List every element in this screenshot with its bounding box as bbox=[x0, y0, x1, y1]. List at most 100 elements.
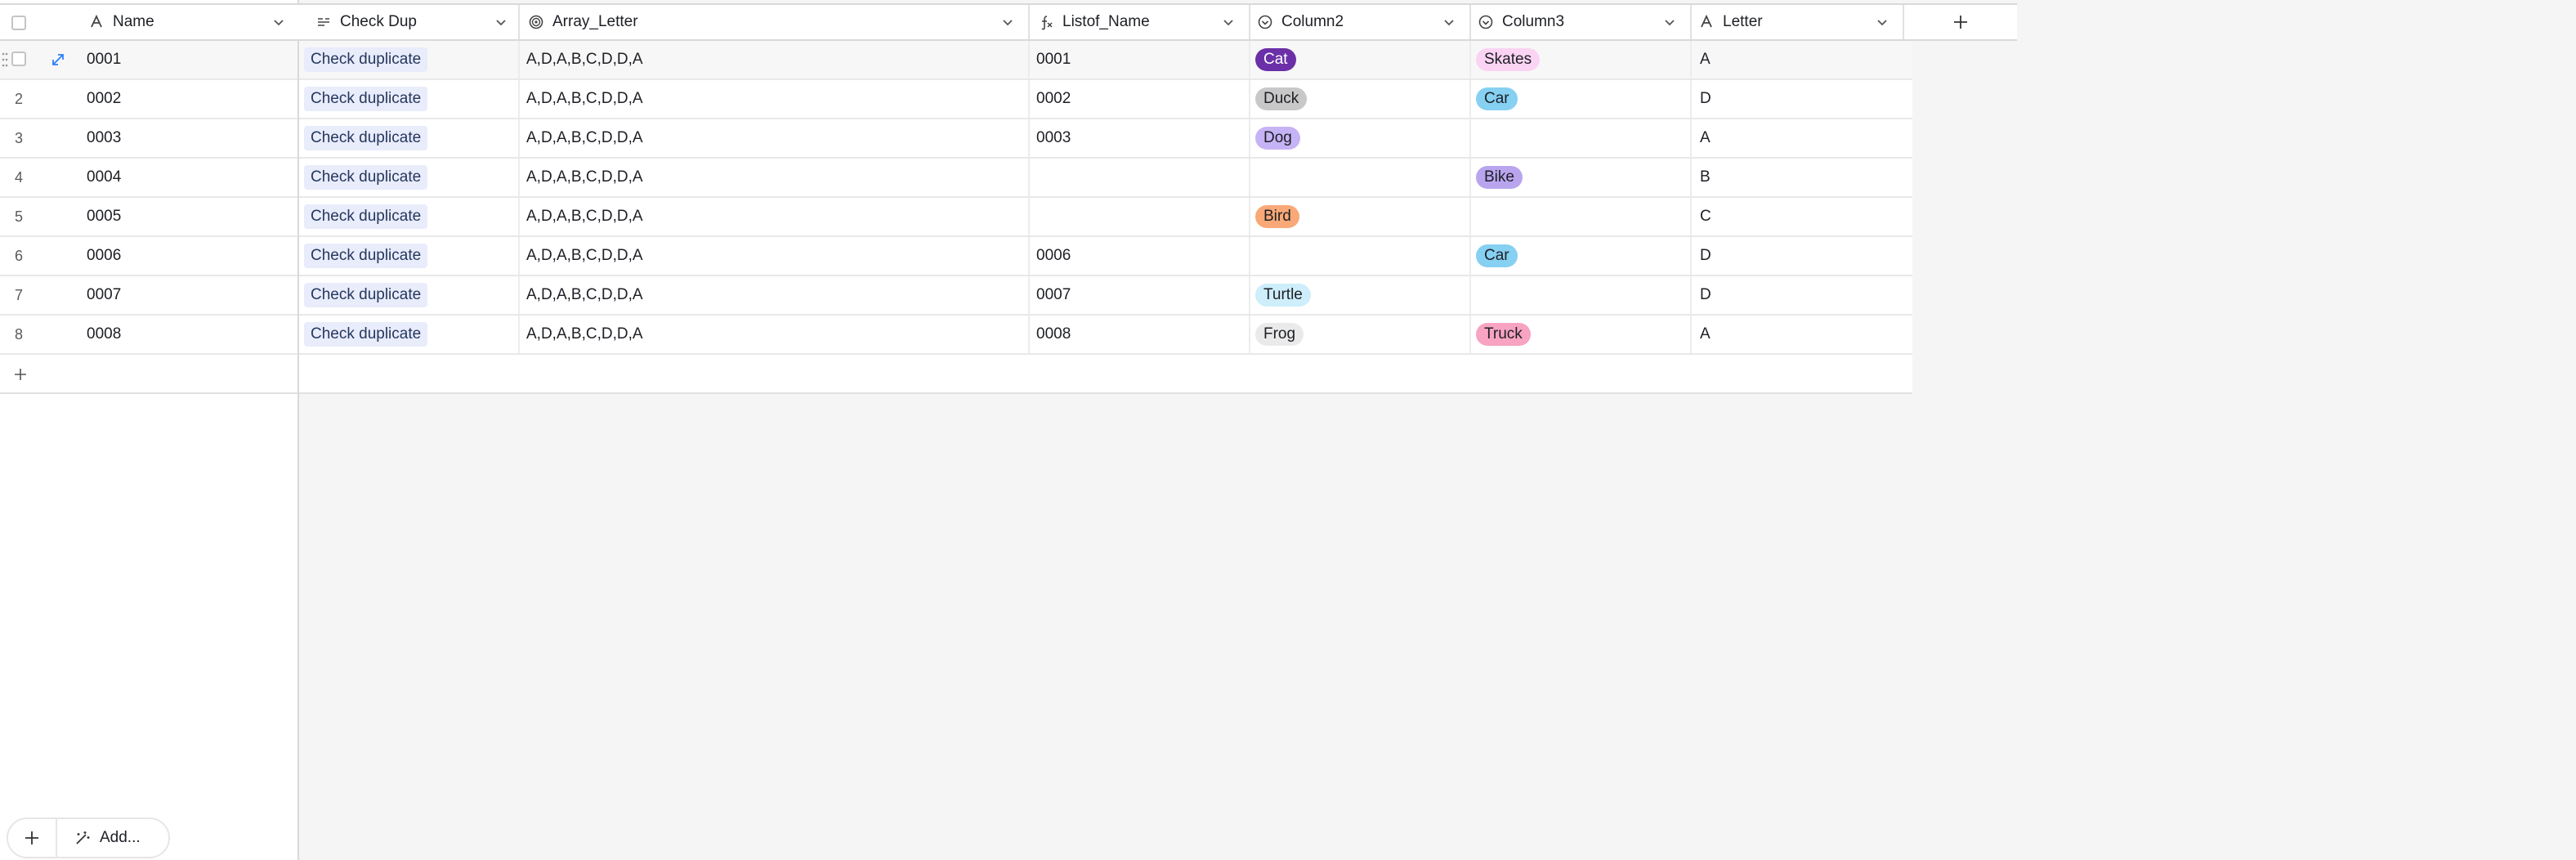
cell-listof-name[interactable] bbox=[1036, 198, 1246, 235]
cell-column3[interactable] bbox=[1476, 198, 1687, 235]
table-row[interactable]: Check duplicate A,D,A,B,C,D,D,A Bird C bbox=[299, 198, 1912, 237]
header-array-letter[interactable]: Array_Letter bbox=[528, 5, 1028, 39]
header-name[interactable]: Name bbox=[88, 5, 299, 39]
cell-array-letter[interactable]: A,D,A,B,C,D,D,A bbox=[526, 159, 1025, 196]
header-letter[interactable]: Letter bbox=[1698, 5, 1903, 39]
cell-column3[interactable] bbox=[1476, 276, 1687, 314]
check-duplicate-button[interactable]: Check duplicate bbox=[304, 283, 428, 307]
cell-listof-name[interactable]: 0001 bbox=[1036, 41, 1246, 78]
cell-letter[interactable]: D bbox=[1700, 276, 1904, 314]
cell-array-letter[interactable]: A,D,A,B,C,D,D,A bbox=[526, 237, 1025, 275]
table-row[interactable]: 0001 bbox=[0, 41, 297, 80]
chevron-down-icon[interactable] bbox=[1875, 15, 1890, 29]
check-duplicate-button[interactable]: Check duplicate bbox=[304, 244, 428, 268]
cell-column3[interactable]: Car bbox=[1476, 80, 1687, 118]
header-listof-name[interactable]: Listof_Name bbox=[1038, 5, 1249, 39]
table-row[interactable]: Check duplicate A,D,A,B,C,D,D,A 0008 Frog Tr… bbox=[299, 316, 1912, 355]
cell-column2[interactable]: Duck bbox=[1255, 80, 1466, 118]
cell-name[interactable]: 0008 bbox=[87, 316, 121, 353]
chevron-down-icon[interactable] bbox=[1221, 15, 1236, 29]
cell-array-letter[interactable]: A,D,A,B,C,D,D,A bbox=[526, 80, 1025, 118]
column-divider[interactable] bbox=[1028, 5, 1030, 39]
table-row[interactable]: 6 0006 bbox=[0, 237, 297, 276]
cell-letter[interactable]: A bbox=[1700, 41, 1904, 78]
cell-column2[interactable]: Bird bbox=[1255, 198, 1466, 235]
header-check-dup[interactable]: Check Dup bbox=[315, 5, 521, 39]
table-row[interactable]: Check duplicate A,D,A,B,C,D,D,A Bike B bbox=[299, 159, 1912, 198]
cell-listof-name[interactable] bbox=[1036, 159, 1246, 196]
cell-column3[interactable] bbox=[1476, 119, 1687, 157]
check-duplicate-button[interactable]: Check duplicate bbox=[304, 47, 428, 72]
add-with-ai-button[interactable]: Add... bbox=[57, 829, 141, 847]
column-divider[interactable] bbox=[518, 5, 520, 39]
cell-name[interactable]: 0007 bbox=[87, 276, 121, 314]
add-row[interactable] bbox=[299, 355, 1912, 394]
cell-column2[interactable]: Dog bbox=[1255, 119, 1466, 157]
cell-column2[interactable] bbox=[1255, 159, 1466, 196]
table-row[interactable]: 2 0002 bbox=[0, 80, 297, 119]
chevron-down-icon[interactable] bbox=[271, 15, 286, 29]
cell-name[interactable]: 0003 bbox=[87, 119, 121, 157]
table-row[interactable]: Check duplicate A,D,A,B,C,D,D,A 0002 Duck Ca… bbox=[299, 80, 1912, 119]
check-duplicate-button[interactable]: Check duplicate bbox=[304, 87, 428, 111]
column-divider[interactable] bbox=[1469, 5, 1471, 39]
table-row[interactable]: 4 0004 bbox=[0, 159, 297, 198]
chevron-down-icon[interactable] bbox=[494, 15, 508, 29]
cell-column2[interactable]: Turtle bbox=[1255, 276, 1466, 314]
check-duplicate-button[interactable]: Check duplicate bbox=[304, 165, 428, 190]
table-row[interactable]: 3 0003 bbox=[0, 119, 297, 159]
cell-listof-name[interactable]: 0003 bbox=[1036, 119, 1246, 157]
table-row[interactable]: Check duplicate A,D,A,B,C,D,D,A 0001 Cat Ska… bbox=[299, 41, 1912, 80]
cell-listof-name[interactable]: 0007 bbox=[1036, 276, 1246, 314]
cell-array-letter[interactable]: A,D,A,B,C,D,D,A bbox=[526, 41, 1025, 78]
add-row[interactable] bbox=[0, 355, 297, 394]
cell-array-letter[interactable]: A,D,A,B,C,D,D,A bbox=[526, 316, 1025, 353]
table-row[interactable]: Check duplicate A,D,A,B,C,D,D,A 0006 Car D bbox=[299, 237, 1912, 276]
cell-letter[interactable]: A bbox=[1700, 316, 1904, 353]
check-duplicate-button[interactable]: Check duplicate bbox=[304, 322, 428, 347]
table-row[interactable]: Check duplicate A,D,A,B,C,D,D,A 0007 Turtle… bbox=[299, 276, 1912, 316]
table-row[interactable]: 5 0005 bbox=[0, 198, 297, 237]
chevron-down-icon[interactable] bbox=[1662, 15, 1677, 29]
drag-handle-icon[interactable] bbox=[2, 51, 8, 69]
table-row[interactable]: 8 0008 bbox=[0, 316, 297, 355]
cell-listof-name[interactable]: 0006 bbox=[1036, 237, 1246, 275]
cell-letter[interactable]: B bbox=[1700, 159, 1904, 196]
chevron-down-icon[interactable] bbox=[1000, 15, 1015, 29]
column-divider[interactable] bbox=[1690, 5, 1692, 39]
cell-column2[interactable]: Frog bbox=[1255, 316, 1466, 353]
cell-column3[interactable]: Truck bbox=[1476, 316, 1687, 353]
cell-listof-name[interactable]: 0008 bbox=[1036, 316, 1246, 353]
cell-letter[interactable]: D bbox=[1700, 237, 1904, 275]
cell-listof-name[interactable]: 0002 bbox=[1036, 80, 1246, 118]
chevron-down-icon[interactable] bbox=[1442, 15, 1456, 29]
header-column2[interactable]: Column2 bbox=[1257, 5, 1469, 39]
table-row[interactable]: 7 0007 bbox=[0, 276, 297, 316]
table-row[interactable]: Check duplicate A,D,A,B,C,D,D,A 0003 Dog A bbox=[299, 119, 1912, 159]
expand-record-icon[interactable] bbox=[49, 51, 67, 69]
cell-array-letter[interactable]: A,D,A,B,C,D,D,A bbox=[526, 276, 1025, 314]
cell-letter[interactable]: A bbox=[1700, 119, 1904, 157]
cell-name[interactable]: 0005 bbox=[87, 198, 121, 235]
cell-array-letter[interactable]: A,D,A,B,C,D,D,A bbox=[526, 198, 1025, 235]
cell-array-letter[interactable]: A,D,A,B,C,D,D,A bbox=[526, 119, 1025, 157]
cell-column3[interactable]: Bike bbox=[1476, 159, 1687, 196]
cell-column3[interactable]: Skates bbox=[1476, 41, 1687, 78]
column-divider[interactable] bbox=[1249, 5, 1250, 39]
cell-name[interactable]: 0002 bbox=[87, 80, 121, 118]
cell-letter[interactable]: C bbox=[1700, 198, 1904, 235]
add-record-button[interactable] bbox=[8, 819, 57, 857]
cell-column2[interactable]: Cat bbox=[1255, 41, 1466, 78]
cell-name[interactable]: 0004 bbox=[87, 159, 121, 196]
header-column3[interactable]: Column3 bbox=[1478, 5, 1690, 39]
cell-name[interactable]: 0006 bbox=[87, 237, 121, 275]
cell-column3[interactable]: Car bbox=[1476, 237, 1687, 275]
row-checkbox[interactable] bbox=[11, 52, 26, 66]
add-field-button[interactable] bbox=[1903, 5, 2017, 39]
check-duplicate-button[interactable]: Check duplicate bbox=[304, 126, 428, 150]
cell-name[interactable]: 0001 bbox=[87, 41, 121, 78]
cell-letter[interactable]: D bbox=[1700, 80, 1904, 118]
check-duplicate-button[interactable]: Check duplicate bbox=[304, 204, 428, 229]
select-all-checkbox[interactable] bbox=[11, 16, 26, 30]
cell-column2[interactable] bbox=[1255, 237, 1466, 275]
